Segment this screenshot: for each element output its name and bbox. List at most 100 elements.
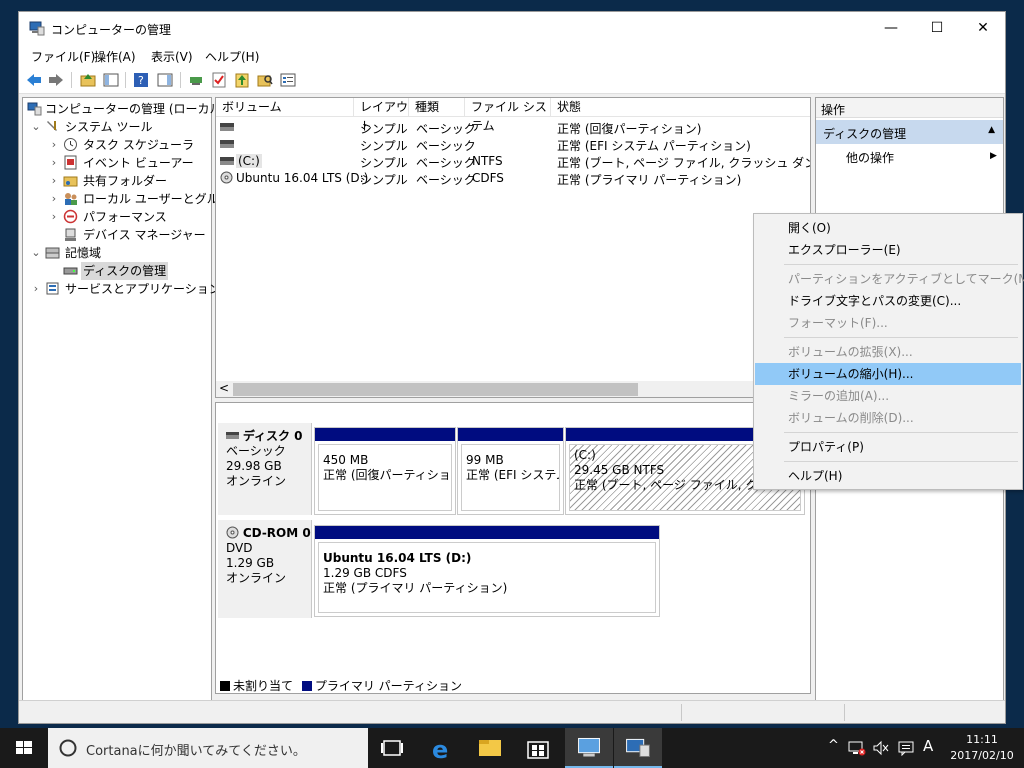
volume-type: ベーシック bbox=[416, 122, 476, 136]
scroll-left-arrow-icon[interactable]: < bbox=[219, 381, 229, 395]
collapsed-chevron-icon[interactable]: › bbox=[31, 280, 41, 298]
connect-icon[interactable] bbox=[187, 71, 205, 89]
volume-layout: シンプル bbox=[360, 122, 408, 136]
menu-view[interactable]: 表示(V) bbox=[151, 48, 193, 65]
search-folder-icon[interactable] bbox=[256, 71, 274, 89]
column-header-type[interactable]: 種類 bbox=[409, 98, 465, 117]
column-header-filesystem[interactable]: ファイル システム bbox=[465, 98, 551, 133]
column-header-layout[interactable]: レイアウト bbox=[354, 98, 409, 133]
collapse-arrow-icon[interactable]: ▲ bbox=[988, 125, 995, 135]
file-explorer-icon[interactable] bbox=[466, 728, 514, 768]
task-view-icon[interactable] bbox=[368, 728, 416, 768]
computer-management-icon bbox=[29, 21, 45, 36]
submenu-arrow-icon[interactable]: ▶ bbox=[990, 151, 997, 161]
computer-management-taskbar-icon[interactable] bbox=[614, 728, 662, 768]
partition-line: 正常 (プライマリ パーティション) bbox=[323, 581, 508, 595]
ime-mode-indicator[interactable]: A bbox=[923, 737, 933, 755]
menu-item-shrink-volume[interactable]: ボリュームの縮小(H)... bbox=[755, 363, 1021, 385]
horizontal-scrollbar[interactable]: < bbox=[216, 381, 810, 397]
menu-item-properties[interactable]: プロパティ(P) bbox=[755, 436, 1021, 458]
volume-layout: シンプル bbox=[360, 173, 408, 187]
table-row[interactable]: シンプル ベーシック 正常 (回復パーティション) bbox=[216, 119, 810, 136]
table-row[interactable]: Ubuntu 16.04 LTS (D:) シンプル ベーシック CDFS 正常… bbox=[216, 170, 810, 187]
action-more[interactable]: 他の操作 bbox=[846, 149, 894, 166]
column-header-volume[interactable]: ボリューム bbox=[216, 98, 354, 117]
cdrom0-label[interactable]: CD-ROM 0 DVD 1.29 GB オンライン bbox=[218, 520, 312, 618]
properties-icon[interactable] bbox=[279, 71, 297, 89]
menu-item-format[interactable]: フォーマット(F)... bbox=[755, 312, 1021, 334]
storage-icon bbox=[45, 247, 60, 259]
scroll-thumb[interactable] bbox=[233, 383, 638, 396]
menu-item-explorer[interactable]: エクスプローラー(E) bbox=[755, 239, 1021, 261]
menu-help[interactable]: ヘルプ(H) bbox=[205, 48, 259, 65]
disk-state: オンライン bbox=[226, 571, 287, 585]
toolbar-separator bbox=[71, 72, 72, 88]
minimize-button[interactable]: — bbox=[868, 12, 914, 44]
remote-desktop-icon[interactable] bbox=[565, 728, 613, 768]
action-center-icon[interactable] bbox=[897, 740, 915, 756]
network-disconnected-icon[interactable] bbox=[848, 740, 866, 756]
windows-start-icon[interactable] bbox=[0, 728, 48, 768]
disk0-label[interactable]: ディスク 0 ベーシック 29.98 GB オンライン bbox=[218, 423, 312, 515]
menu-action[interactable]: 操作(A) bbox=[94, 48, 136, 65]
menu-file[interactable]: ファイル(F) bbox=[31, 48, 95, 65]
show-hide-action-pane-icon[interactable] bbox=[156, 71, 174, 89]
actions-section-disk-management[interactable]: ディスクの管理 ▲ bbox=[816, 120, 1003, 144]
partition-bar bbox=[315, 428, 455, 441]
cortana-search-box[interactable]: Cortanaに何か聞いてみてください。 bbox=[48, 728, 368, 768]
toolbar-separator bbox=[125, 72, 126, 88]
disk-size: 29.98 GB bbox=[226, 459, 282, 473]
table-row[interactable]: シンプル ベーシック 正常 (EFI システム パーティション) bbox=[216, 136, 810, 153]
disk-kind: DVD bbox=[226, 541, 253, 555]
legend-label: 未割り当て bbox=[233, 679, 294, 693]
volume-fs: NTFS bbox=[472, 154, 503, 168]
menu-item-delete-volume[interactable]: ボリュームの削除(D)... bbox=[755, 407, 1021, 429]
menu-separator bbox=[784, 264, 1018, 265]
tree-label: 共有フォルダー bbox=[83, 174, 168, 188]
menu-item-change-drive-letter[interactable]: ドライブ文字とパスの変更(C)... bbox=[755, 290, 1021, 312]
store-icon[interactable] bbox=[514, 728, 562, 768]
tray-chevron-up-icon[interactable]: ^ bbox=[828, 738, 839, 753]
forward-arrow-icon[interactable] bbox=[47, 71, 65, 89]
system-clock[interactable]: 11:11 2017/02/10 bbox=[946, 732, 1018, 764]
disk-legend: 未割り当て プライマリ パーティション bbox=[220, 677, 462, 694]
expanded-chevron-icon[interactable]: ⌄ bbox=[31, 244, 41, 262]
tree-label: サービスとアプリケーション bbox=[65, 282, 221, 296]
collapsed-chevron-icon[interactable]: › bbox=[49, 136, 59, 154]
maximize-button[interactable]: ☐ bbox=[914, 12, 960, 44]
table-row[interactable]: (C:) シンプル ベーシック NTFS 正常 (ブート, ページ ファイル, … bbox=[216, 153, 810, 170]
menu-item-open[interactable]: 開く(O) bbox=[755, 217, 1021, 239]
partition-recovery[interactable]: 450 MB 正常 (回復パーティション) bbox=[314, 427, 456, 515]
up-folder-icon[interactable] bbox=[79, 71, 97, 89]
menu-item-help[interactable]: ヘルプ(H) bbox=[755, 465, 1021, 487]
collapsed-chevron-icon[interactable]: › bbox=[49, 190, 59, 208]
volume-name: (C:) bbox=[236, 154, 262, 168]
show-hide-tree-icon[interactable] bbox=[102, 71, 120, 89]
volume-type: ベーシック bbox=[416, 139, 476, 153]
partition-line: Ubuntu 16.04 LTS (D:) bbox=[323, 551, 472, 565]
title-bar[interactable]: コンピューターの管理 — ☐ ✕ bbox=[19, 12, 1005, 44]
close-button[interactable]: ✕ bbox=[960, 12, 1006, 44]
volume-muted-icon[interactable] bbox=[872, 740, 890, 756]
edge-browser-icon[interactable]: e bbox=[417, 728, 465, 768]
navigation-tree: コンピューターの管理 (ローカル) ⌄ システム ツール › タスク スケジュー… bbox=[22, 97, 242, 721]
tree-label: パフォーマンス bbox=[83, 210, 167, 224]
partition-ubuntu-d[interactable]: Ubuntu 16.04 LTS (D:) 1.29 GB CDFS 正常 (プ… bbox=[314, 525, 660, 617]
expanded-chevron-icon[interactable]: ⌄ bbox=[31, 118, 41, 136]
checklist-icon[interactable] bbox=[210, 71, 228, 89]
menu-item-mark-active[interactable]: パーティションをアクティブとしてマーク(M) bbox=[755, 268, 1024, 290]
status-divider bbox=[681, 704, 682, 721]
back-arrow-icon[interactable] bbox=[25, 71, 43, 89]
column-header-status[interactable]: 状態 bbox=[551, 98, 810, 117]
shared-folder-icon bbox=[63, 176, 78, 187]
disk-drive-icon bbox=[63, 267, 78, 275]
menu-item-add-mirror[interactable]: ミラーの追加(A)... bbox=[755, 385, 1021, 407]
menu-item-extend-volume[interactable]: ボリュームの拡張(X)... bbox=[755, 341, 1021, 363]
upload-icon[interactable] bbox=[233, 71, 251, 89]
collapsed-chevron-icon[interactable]: › bbox=[49, 208, 59, 226]
collapsed-chevron-icon[interactable]: › bbox=[49, 154, 59, 172]
help-icon[interactable]: ? bbox=[132, 71, 150, 89]
disk-kind: ベーシック bbox=[226, 444, 286, 458]
partition-efi[interactable]: 99 MB 正常 (EFI システム / bbox=[457, 427, 564, 515]
collapsed-chevron-icon[interactable]: › bbox=[49, 172, 59, 190]
